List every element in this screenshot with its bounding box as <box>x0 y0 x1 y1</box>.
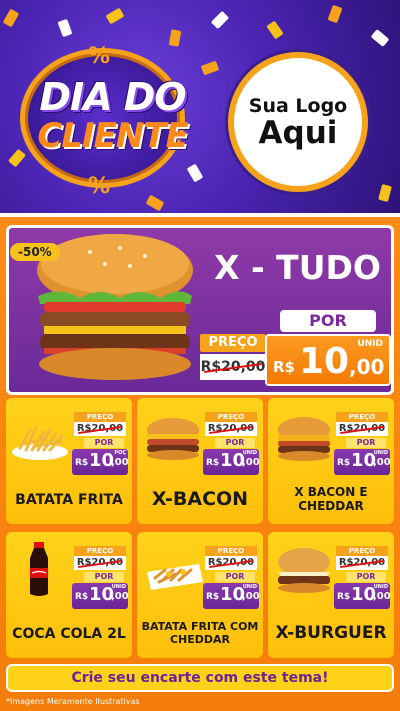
product-name: BATATA FRITA <box>15 491 123 508</box>
por-label: POR <box>215 438 255 448</box>
price-decimal: ,00 <box>111 591 129 602</box>
unit-label: UNID <box>242 584 257 590</box>
price-decimal: ,00 <box>373 457 391 468</box>
por-label: POR <box>346 572 386 582</box>
product-card-coca-cola[interactable]: PREÇO R$20,00 POR R$ 10 ,00 UNID COCA CO… <box>6 532 132 658</box>
confetti <box>145 194 165 212</box>
product-price: R$ 10 ,00 UNID <box>203 583 260 609</box>
por-label: POR <box>346 438 386 448</box>
fries-icon <box>12 426 68 460</box>
header-banner: % % DIA DO CLIENTE Sua Logo Aqui <box>0 0 400 215</box>
currency-symbol: R$ <box>75 458 89 468</box>
confetti <box>210 10 230 30</box>
logo-line1: Sua Logo <box>248 94 348 117</box>
price-integer: 10 <box>299 341 350 382</box>
product-card-x-burguer[interactable]: PREÇO R$20,00 POR R$ 10 ,00 UNID X-BURGU… <box>268 532 394 658</box>
unit-label: UNID <box>373 450 388 456</box>
unit-label: UNID <box>242 450 257 456</box>
unit-label: POÇ <box>114 450 126 456</box>
discount-badge: -50% <box>10 243 60 261</box>
percent-icon: % <box>88 44 111 69</box>
title-dia-do: DIA DO <box>39 75 186 119</box>
confetti <box>266 20 284 40</box>
unit-label: UNID <box>111 584 126 590</box>
confetti <box>2 8 20 28</box>
burger-icon <box>278 417 330 461</box>
confetti <box>57 18 73 38</box>
preco-label: PREÇO <box>74 412 126 422</box>
currency-symbol: R$ <box>206 458 220 468</box>
logo-placeholder[interactable]: Sua Logo Aqui <box>228 52 368 192</box>
preco-label: PREÇO <box>205 412 257 422</box>
por-label: POR <box>84 572 124 582</box>
product-name: X BACON E CHEDDAR <box>294 485 368 513</box>
por-label: POR <box>280 310 376 332</box>
confetti <box>200 60 220 76</box>
product-name: BATATA FRITA COM CHEDDAR <box>141 620 259 646</box>
product-price: R$ 10 ,00 UNID <box>203 449 260 475</box>
burger-icon <box>147 418 199 460</box>
featured-product-name: X - TUDO <box>214 248 381 287</box>
confetti <box>105 7 125 25</box>
price-decimal: ,00 <box>373 591 391 602</box>
currency-symbol: R$ <box>337 458 351 468</box>
product-card-batata-frita[interactable]: PREÇO R$20,00 POR R$ 10 ,00 POÇ BATATA F… <box>6 398 132 524</box>
product-price: R$ 10 ,00 POÇ <box>72 449 129 475</box>
soda-bottle-icon <box>30 542 48 596</box>
burger-icon <box>278 548 330 593</box>
product-name: X-BURGUER <box>275 623 387 644</box>
por-label: POR <box>215 572 255 582</box>
por-label: POR <box>84 438 124 448</box>
preco-label: PREÇO <box>205 546 257 556</box>
product-name: X-BACON <box>151 488 249 511</box>
product-name: COCA COLA 2L <box>12 625 126 642</box>
product-card-x-bacon-cheddar[interactable]: PREÇO R$20,00 POR R$ 10 ,00 UNID X BACON… <box>268 398 394 524</box>
percent-icon: % <box>88 174 111 199</box>
preco-label: PREÇO <box>336 412 388 422</box>
currency-symbol: R$ <box>273 358 295 376</box>
price-decimal: ,00 <box>111 457 129 468</box>
disclaimer-text: *Imagens Meramente Ilustrativas <box>6 697 140 706</box>
product-card-batata-cheddar[interactable]: PREÇO R$20,00 POR R$ 10 ,00 UNID BATATA … <box>137 532 263 658</box>
confetti <box>370 29 390 47</box>
cta-button[interactable]: Crie seu encarte com este tema! <box>6 664 394 692</box>
confetti <box>186 163 204 183</box>
price-decimal: ,00 <box>242 591 260 602</box>
currency-symbol: R$ <box>75 592 89 602</box>
fries-icon <box>147 564 203 590</box>
logo-line2: Aqui <box>258 114 338 151</box>
title-cliente: CLIENTE <box>37 116 188 156</box>
price-decimal: ,00 <box>242 457 260 468</box>
product-card-x-bacon[interactable]: PREÇO R$20,00 POR R$ 10 ,00 UNID X-BACON <box>137 398 263 524</box>
confetti <box>168 29 182 47</box>
unit-label: UNID <box>357 339 383 349</box>
preco-label: PREÇO <box>74 546 126 556</box>
product-price: R$ 10 ,00 UNID <box>334 449 391 475</box>
confetti <box>378 183 392 203</box>
featured-price: R$ 10 ,00 UNID <box>265 334 391 386</box>
divider <box>0 213 400 217</box>
currency-symbol: R$ <box>337 592 351 602</box>
currency-symbol: R$ <box>206 592 220 602</box>
product-price: R$ 10 ,00 UNID <box>72 583 129 609</box>
preco-label: PREÇO <box>200 334 266 352</box>
price-decimal: ,00 <box>349 355 385 379</box>
product-price: R$ 10 ,00 UNID <box>334 583 391 609</box>
unit-label: UNID <box>373 584 388 590</box>
confetti <box>327 4 343 24</box>
preco-label: PREÇO <box>336 546 388 556</box>
